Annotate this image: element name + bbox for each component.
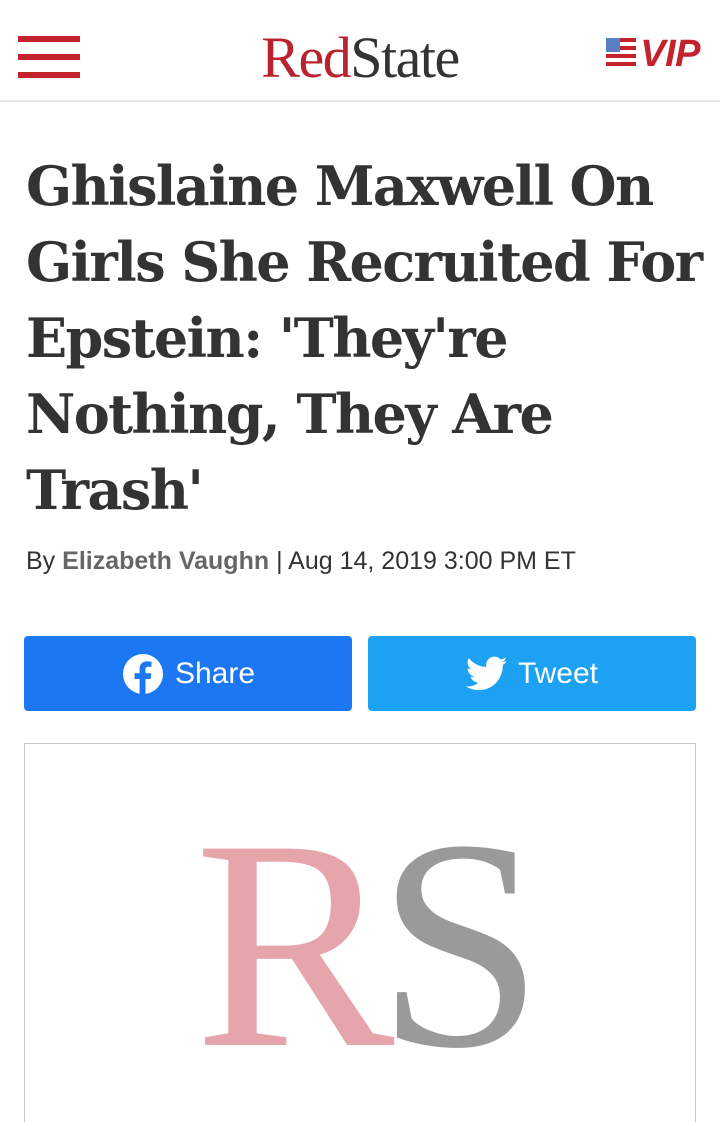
author-link[interactable]: Elizabeth Vaughn [62, 547, 269, 575]
article-image-placeholder: RS [24, 743, 696, 1122]
vip-link[interactable]: VIP [606, 32, 700, 75]
rs-logo: RS [25, 794, 695, 1094]
facebook-share-label: Share [174, 656, 256, 690]
twitter-tweet-button[interactable]: Tweet [368, 636, 696, 711]
twitter-bird-icon [465, 656, 508, 692]
logo-state-part: State [350, 25, 460, 90]
site-header: RedState VIP [0, 0, 720, 102]
byline-separator: | [276, 547, 283, 575]
publish-date: Aug 14, 2019 3:00 PM ET [288, 547, 576, 575]
twitter-tweet-label: Tweet [517, 656, 599, 690]
rs-logo-r: R [194, 778, 395, 1110]
byline-prefix: By [26, 547, 56, 575]
rs-logo-s: S [376, 778, 544, 1110]
article-headline: Ghislaine Maxwell On Girls She Recruited… [26, 154, 703, 522]
us-flag-icon [606, 37, 637, 71]
logo-red-part: Red [261, 25, 351, 90]
article-byline: By Elizabeth Vaughn | Aug 14, 2019 3:00 … [26, 544, 576, 578]
facebook-icon [121, 652, 165, 696]
facebook-share-button[interactable]: Share [24, 636, 352, 711]
vip-label: VIP [640, 32, 700, 75]
